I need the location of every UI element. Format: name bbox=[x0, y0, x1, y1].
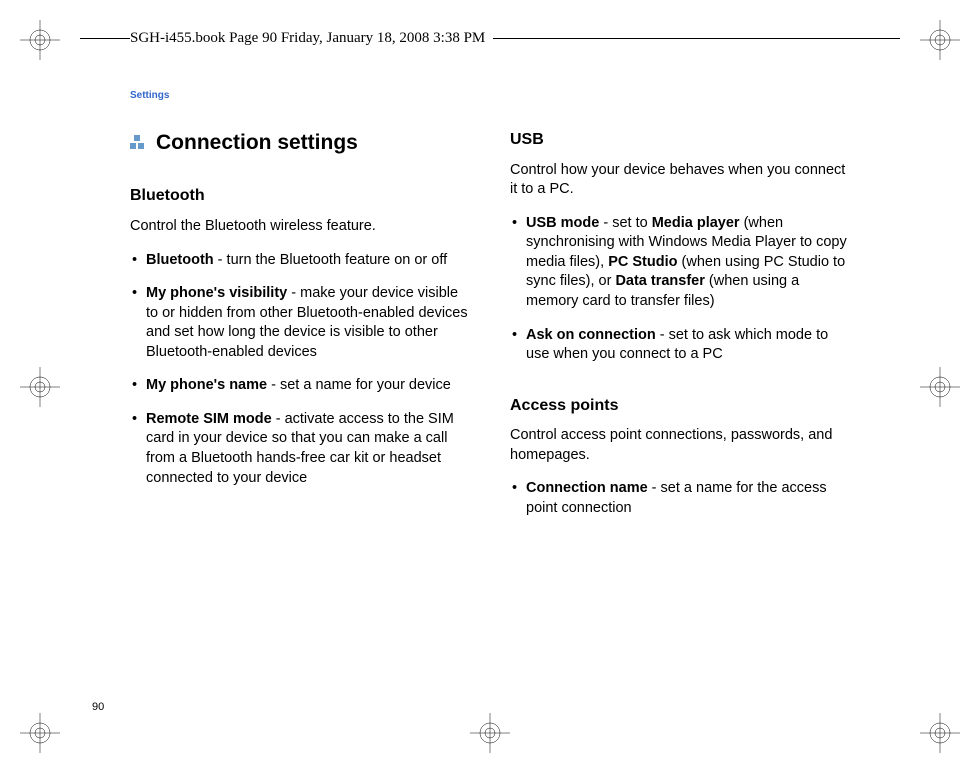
list-item: My phone's visibility - make your device… bbox=[130, 284, 470, 362]
usb-list: USB mode - set to Media player (when syn… bbox=[510, 214, 850, 365]
term: Remote SIM mode bbox=[146, 411, 272, 427]
section-label: Settings bbox=[130, 90, 850, 101]
crop-mark-icon bbox=[920, 713, 960, 753]
access-points-intro: Control access point connections, passwo… bbox=[510, 426, 850, 465]
page-number: 90 bbox=[92, 701, 104, 713]
term: Bluetooth bbox=[146, 252, 214, 268]
usb-heading: USB bbox=[510, 129, 850, 151]
crop-mark-icon bbox=[20, 20, 60, 60]
description: - set a name for your device bbox=[267, 377, 451, 393]
crop-mark-icon bbox=[470, 713, 510, 753]
left-column: Connection settings Bluetooth Control th… bbox=[130, 129, 470, 533]
term: Connection name bbox=[526, 480, 648, 496]
page-content: Settings Connection settings Bluetooth C… bbox=[130, 90, 850, 533]
section-squares-icon bbox=[130, 135, 146, 151]
list-item: USB mode - set to Media player (when syn… bbox=[510, 214, 850, 312]
usb-intro: Control how your device behaves when you… bbox=[510, 161, 850, 200]
term: PC Studio bbox=[608, 254, 677, 270]
term: Ask on connection bbox=[526, 327, 656, 343]
list-item: My phone's name - set a name for your de… bbox=[130, 376, 470, 396]
crop-mark-icon bbox=[20, 367, 60, 407]
crop-mark-icon bbox=[20, 713, 60, 753]
crop-mark-icon bbox=[920, 367, 960, 407]
document-header: SGH-i455.book Page 90 Friday, January 18… bbox=[130, 30, 493, 47]
right-column: USB Control how your device behaves when… bbox=[510, 129, 850, 533]
term: USB mode bbox=[526, 215, 599, 231]
crop-mark-icon bbox=[920, 20, 960, 60]
bluetooth-intro: Control the Bluetooth wireless feature. bbox=[130, 217, 470, 237]
list-item: Connection name - set a name for the acc… bbox=[510, 479, 850, 518]
list-item: Ask on connection - set to ask which mod… bbox=[510, 326, 850, 365]
list-item: Remote SIM mode - activate access to the… bbox=[130, 410, 470, 488]
text-run: - set to bbox=[599, 215, 651, 231]
main-heading-text: Connection settings bbox=[156, 129, 358, 157]
list-item: Bluetooth - turn the Bluetooth feature o… bbox=[130, 251, 470, 271]
term: My phone's visibility bbox=[146, 285, 287, 301]
term: Media player bbox=[652, 215, 740, 231]
bluetooth-heading: Bluetooth bbox=[130, 185, 470, 207]
main-heading: Connection settings bbox=[130, 129, 470, 157]
access-points-heading: Access points bbox=[510, 395, 850, 417]
term: Data transfer bbox=[615, 273, 704, 289]
term: My phone's name bbox=[146, 377, 267, 393]
description: - turn the Bluetooth feature on or off bbox=[214, 252, 448, 268]
access-points-list: Connection name - set a name for the acc… bbox=[510, 479, 850, 518]
bluetooth-list: Bluetooth - turn the Bluetooth feature o… bbox=[130, 251, 470, 489]
